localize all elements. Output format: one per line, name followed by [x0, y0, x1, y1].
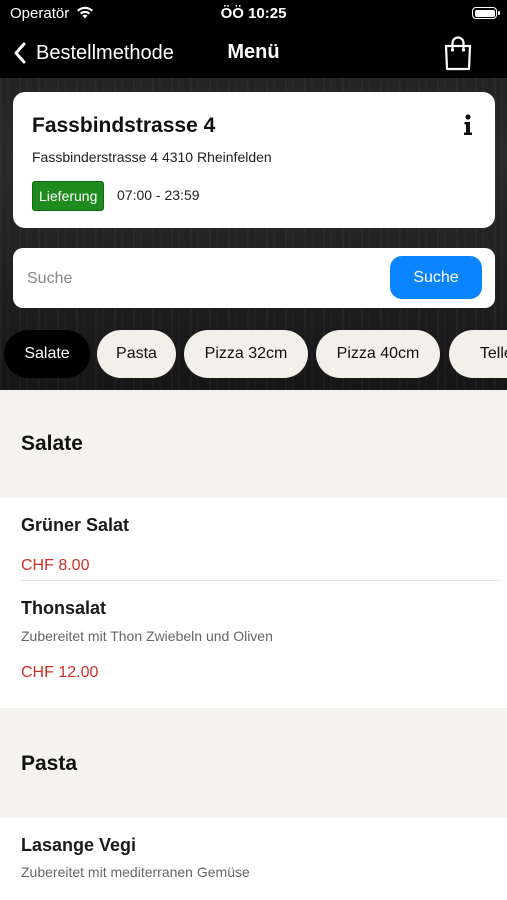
section-header: Pasta	[0, 708, 507, 818]
item-name: Thonsalat	[21, 598, 107, 618]
back-label: Bestellmethode	[36, 41, 174, 64]
info-icon[interactable]	[461, 114, 475, 136]
category-tabs: Salate Pasta Pizza 32cm Pizza 40cm Telle…	[0, 330, 507, 380]
tab-teller[interactable]: Teller	[449, 330, 507, 378]
tab-salate[interactable]: Salate	[4, 330, 90, 378]
store-name: Fassbindstrasse 4	[32, 114, 216, 137]
item-name: Grüner Salat	[21, 515, 130, 535]
item-price: CHF 12.00	[21, 664, 99, 681]
section-title: Salate	[21, 432, 83, 455]
store-card: Fassbindstrasse 4 Fassbinderstrasse 4 43…	[13, 92, 495, 228]
item-description: Zubereitet mit Thon Zwiebeln und Oliven	[21, 628, 273, 644]
search-input[interactable]	[25, 256, 389, 302]
back-button[interactable]: Bestellmethode	[12, 38, 174, 68]
store-address: Fassbinderstrasse 4 4310 Rheinfelden	[32, 149, 272, 165]
tab-pizza-40cm[interactable]: Pizza 40cm	[316, 330, 440, 378]
delivery-badge: Lieferung	[32, 181, 105, 211]
search-button[interactable]: Suche	[390, 256, 482, 299]
section-header: Salate	[0, 390, 507, 498]
tab-pizza-32cm[interactable]: Pizza 32cm	[184, 330, 308, 378]
search-bar: Suche	[13, 248, 495, 308]
status-bar: Operatör ÖÖ 10:25	[0, 0, 507, 28]
chevron-left-icon	[14, 42, 26, 64]
menu-item[interactable]: Thonsalat Zubereitet mit Thon Zwiebeln u…	[0, 581, 507, 707]
tab-pasta[interactable]: Pasta	[97, 330, 176, 378]
section-title: Pasta	[21, 752, 78, 775]
shopping-bag-icon[interactable]	[443, 35, 473, 71]
menu-item[interactable]: Lasange Vegi Zubereitet mit mediterranen…	[0, 818, 507, 900]
item-price: CHF 8.00	[21, 557, 90, 574]
status-time: ÖÖ 10:25	[220, 5, 287, 22]
item-name: Lasange Vegi	[21, 835, 137, 855]
menu-item[interactable]: Grüner Salat CHF 8.00	[0, 498, 507, 580]
navigation-bar: Bestellmethode Menü	[0, 28, 507, 78]
opening-hours: 07:00 - 23:59	[117, 187, 200, 203]
battery-icon	[472, 7, 500, 19]
item-description: Zubereitet mit mediterranen Gemüse	[21, 864, 250, 880]
